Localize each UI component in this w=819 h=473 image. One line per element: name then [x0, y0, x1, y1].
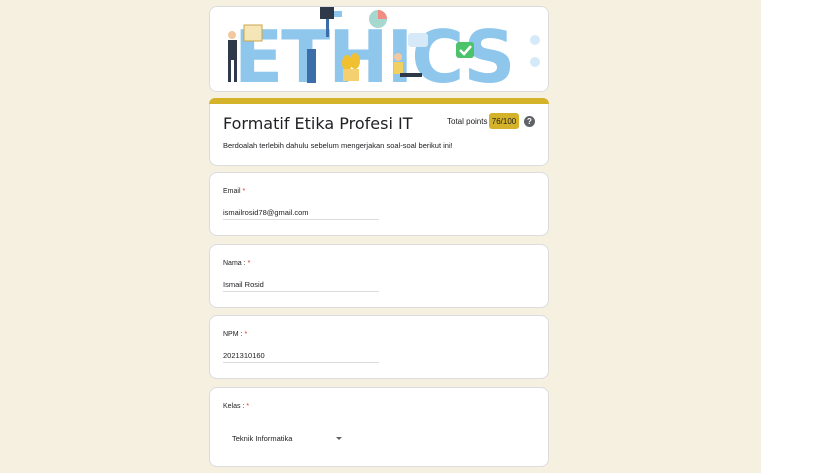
score-badge: 76/100	[489, 113, 519, 129]
required-marker: *	[242, 188, 246, 195]
required-marker: *	[246, 403, 250, 410]
pie-chart-icon	[369, 10, 387, 28]
ethics-illustration: ETHICS	[210, 7, 548, 91]
speech-bubble-icon	[408, 33, 428, 47]
question-nama: Nama : * Ismail Rosid	[209, 244, 549, 308]
kelas-selected-value: Teknik Informatika	[232, 433, 293, 443]
accent-bar	[209, 98, 549, 104]
avatar-icon	[530, 57, 540, 67]
question-label: NPM : *	[223, 331, 248, 338]
npm-field[interactable]: 2021310160	[223, 351, 379, 363]
form-title: Formatif Etika Profesi IT	[223, 114, 413, 133]
form-description: Berdoalah terlebih dahulu sebelum menger…	[223, 141, 453, 150]
kelas-select[interactable]: Teknik Informatika	[223, 426, 348, 450]
required-marker: *	[247, 260, 251, 267]
question-label: Kelas : *	[223, 403, 250, 410]
nama-field[interactable]: Ismail Rosid	[223, 280, 379, 292]
form-header-card: Formatif Etika Profesi IT Total points 7…	[209, 98, 549, 166]
question-label: Nama : *	[223, 260, 251, 267]
plant-icon	[342, 53, 360, 81]
required-marker: *	[244, 331, 248, 338]
question-label: Email *	[223, 188, 246, 195]
banner-image: ETHICS	[209, 6, 549, 92]
checkmark-icon	[456, 42, 474, 58]
question-email: Email * ismailrosid78@gmail.com	[209, 172, 549, 236]
avatar-icon	[530, 35, 540, 45]
chevron-down-icon	[336, 437, 342, 440]
question-kelas: Kelas : * Teknik Informatika	[209, 387, 549, 467]
email-field[interactable]: ismailrosid78@gmail.com	[223, 208, 379, 220]
question-npm: NPM : * 2021310160	[209, 315, 549, 379]
total-points-label: Total points	[447, 117, 488, 126]
help-icon[interactable]: ?	[524, 116, 535, 127]
server-icon	[307, 49, 316, 83]
